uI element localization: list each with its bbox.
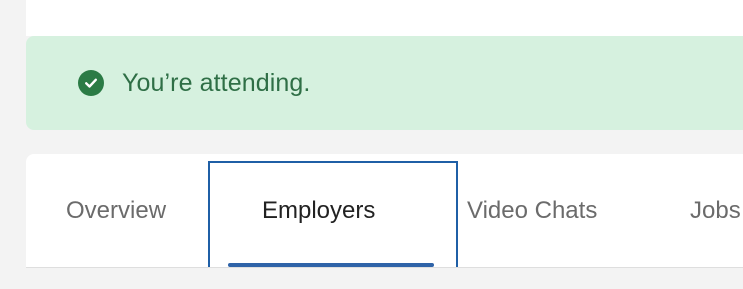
tab-employers-label: Employers	[262, 197, 376, 224]
event-page: You’re attending. Overview Employers Vid…	[0, 0, 743, 289]
page-background-strip	[26, 268, 743, 289]
attending-banner: You’re attending.	[26, 36, 743, 130]
tab-jobs-label: Jobs	[690, 197, 741, 224]
tab-video-chats[interactable]: Video Chats	[467, 154, 597, 268]
attending-status-text: You’re attending.	[122, 68, 311, 97]
check-circle-icon	[78, 70, 104, 96]
tab-employers[interactable]: Employers	[262, 154, 375, 268]
tab-overview-label: Overview	[66, 197, 167, 224]
top-card	[26, 0, 743, 36]
tab-jobs[interactable]: Jobs	[690, 154, 743, 268]
tab-overview[interactable]: Overview	[66, 154, 166, 268]
tab-video-chats-label: Video Chats	[467, 197, 598, 224]
